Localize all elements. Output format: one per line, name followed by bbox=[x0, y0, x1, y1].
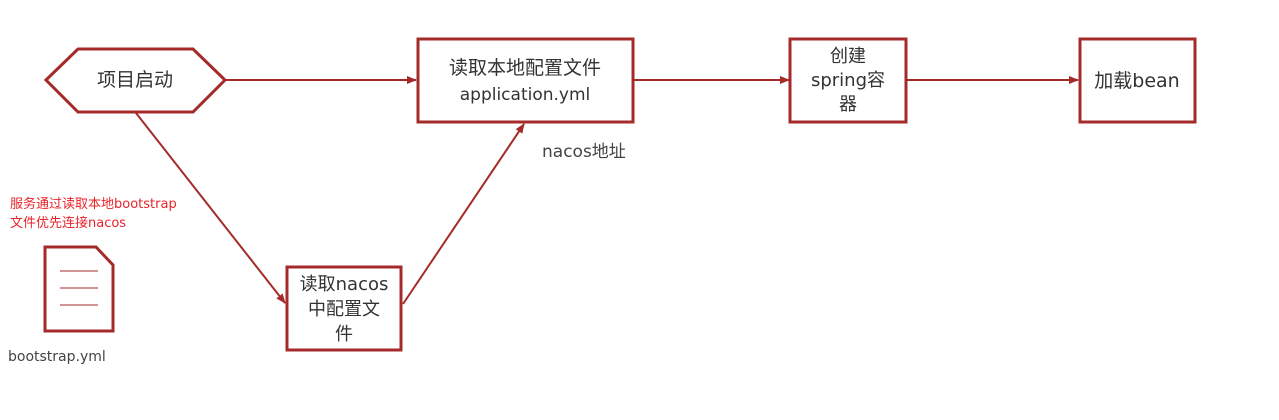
create-container-line3: 器 bbox=[839, 94, 857, 115]
create-container-line2: spring容 bbox=[811, 70, 885, 91]
bootstrap-annotation-line1: 服务通过读取本地bootstrap bbox=[10, 197, 177, 212]
read-local-config-title: 读取本地配置文件 bbox=[449, 57, 601, 79]
read-nacos-config-line3: 件 bbox=[335, 324, 353, 345]
nacos-address-label: nacos地址 bbox=[542, 142, 626, 162]
create-container-node: 创建 spring容 器 bbox=[788, 37, 908, 124]
arrow-read-nacos-to-read-local bbox=[402, 123, 525, 305]
read-nacos-config-line1: 读取nacos bbox=[300, 274, 389, 295]
load-bean-node: 加载bean bbox=[1078, 37, 1197, 124]
read-nacos-config-line2: 中配置文 bbox=[308, 299, 380, 320]
start-node: 项目启动 bbox=[43, 47, 228, 114]
read-local-config-filename: application.yml bbox=[460, 85, 591, 105]
load-bean-label: 加载bean bbox=[1094, 70, 1179, 92]
start-node-label: 项目启动 bbox=[97, 69, 173, 91]
file-document-icon bbox=[43, 245, 115, 333]
create-container-line1: 创建 bbox=[830, 46, 866, 67]
bootstrap-annotation-line2: 文件优先连接nacos bbox=[10, 216, 127, 231]
flow-diagram: 项目启动 读取本地配置文件 application.yml 创建 spring容… bbox=[43, 37, 1197, 352]
read-nacos-config-node: 读取nacos 中配置文 件 bbox=[285, 265, 403, 352]
file-caption: bootstrap.yml bbox=[8, 349, 106, 365]
bootstrap-annotation: 服务通过读取本地bootstrap 文件优先连接nacos bbox=[10, 195, 177, 233]
read-local-config-node: 读取本地配置文件 application.yml bbox=[416, 37, 635, 124]
